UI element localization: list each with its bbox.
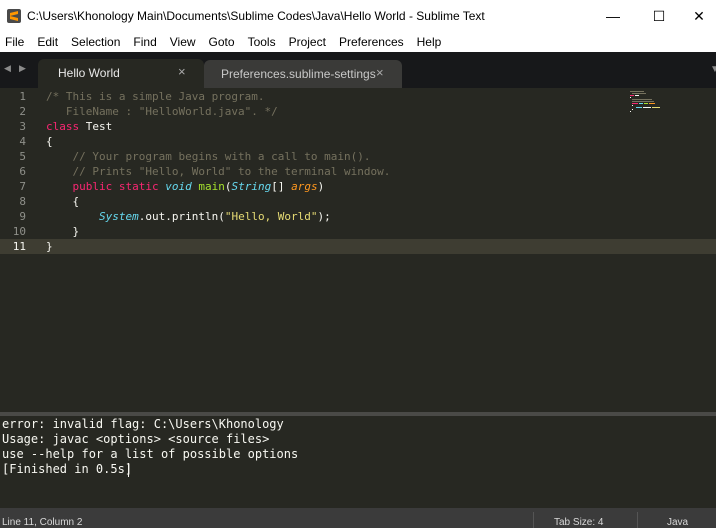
code-token: ( <box>224 180 232 193</box>
tab-bar: ◀ ▶ Hello World × Preferences.sublime-se… <box>0 52 716 88</box>
menu-file[interactable]: File <box>5 35 24 49</box>
code-line: /* This is a simple Java program. <box>46 89 265 104</box>
code-line: class Test <box>46 119 112 134</box>
output-line: [Finished in 0.5s] <box>2 462 133 476</box>
close-window-button[interactable]: ✕ <box>682 0 716 32</box>
line-number-gutter: 1 2 3 4 5 6 7 8 9 10 11 <box>0 88 34 412</box>
line-number: 4 <box>19 135 26 148</box>
code-token: } <box>46 225 80 238</box>
code-token: // Prints "Hello, World" to the terminal… <box>46 165 391 178</box>
maximize-button[interactable]: ☐ <box>636 0 682 32</box>
code-token: static <box>118 180 159 193</box>
tab-nav-left-icon[interactable]: ◀ <box>4 63 16 77</box>
code-token: System <box>98 210 139 223</box>
output-line: use --help for a list of possible option… <box>2 447 299 461</box>
code-token: // Your program begins with a call to ma… <box>46 150 371 163</box>
menu-find[interactable]: Find <box>133 35 156 49</box>
build-output-panel[interactable]: error: invalid flag: C:\Users\Khonology … <box>0 416 716 508</box>
code-line: public static void main(String[] args) <box>46 179 325 194</box>
menu-goto[interactable]: Goto <box>209 35 235 49</box>
code-line: { <box>46 134 53 149</box>
code-line: { <box>46 194 79 209</box>
line-number: 3 <box>19 120 26 133</box>
line-number: 9 <box>19 210 26 223</box>
code-token: Test <box>79 120 113 133</box>
tab-label: Hello World <box>58 66 120 80</box>
code-token: ) <box>317 180 325 193</box>
code-token: FileName : "HelloWorld.java". */ <box>46 105 278 118</box>
active-line-highlight <box>0 239 716 254</box>
code-token: } <box>46 240 53 253</box>
line-number: 10 <box>12 225 26 238</box>
code-token: public <box>72 180 113 193</box>
menu-edit[interactable]: Edit <box>37 35 58 49</box>
status-divider <box>533 512 534 528</box>
tab-size-selector[interactable]: Tab Size: 4 <box>554 517 603 528</box>
code-token: void <box>165 180 192 193</box>
code-token: { <box>46 135 53 148</box>
menu-preferences[interactable]: Preferences <box>339 35 404 49</box>
menu-tools[interactable]: Tools <box>248 35 276 49</box>
sublime-text-logo-icon <box>7 9 21 23</box>
minimize-button[interactable]: — <box>590 0 636 32</box>
tab-label: Preferences.sublime-settings <box>221 67 376 81</box>
code-token: class <box>46 120 80 133</box>
cursor-position: Line 11, Column 2 <box>2 517 83 528</box>
syntax-selector[interactable]: Java <box>667 517 688 528</box>
output-line: error: invalid flag: C:\Users\Khonology <box>2 417 284 431</box>
code-token: main <box>198 180 225 193</box>
menu-project[interactable]: Project <box>289 35 326 49</box>
code-line: FileName : "HelloWorld.java". */ <box>46 104 278 119</box>
code-token: args <box>291 180 318 193</box>
code-editor[interactable]: 1 2 3 4 5 6 7 8 9 10 11 /* This is a simple Java p… <box>0 88 716 412</box>
code-line: } <box>46 224 79 239</box>
code-line: // Prints "Hello, World" to the terminal… <box>46 164 390 179</box>
window-title: C:\Users\Khonology Main\Documents\Sublim… <box>27 9 485 23</box>
tab-overflow-icon[interactable]: ▼ <box>710 64 716 75</box>
line-number: 7 <box>19 180 26 193</box>
line-number: 2 <box>19 105 26 118</box>
tab-close-icon[interactable]: × <box>376 65 384 80</box>
code-token: .out.println( <box>138 210 225 223</box>
tab-hello-world[interactable]: Hello World × <box>38 59 204 88</box>
menu-view[interactable]: View <box>170 35 196 49</box>
code-line: // Your program begins with a call to ma… <box>46 149 371 164</box>
text-cursor <box>128 463 129 477</box>
minimap[interactable] <box>628 90 680 114</box>
code-line: System.out.println("Hello, World"); <box>46 209 331 224</box>
status-divider <box>637 512 638 528</box>
code-token: [] <box>271 180 292 193</box>
tab-nav-right-icon[interactable]: ▶ <box>19 63 31 77</box>
title-bar: C:\Users\Khonology Main\Documents\Sublim… <box>0 0 716 32</box>
status-bar: Line 11, Column 2 Tab Size: 4 Java <box>0 508 716 528</box>
code-line: } <box>46 239 53 254</box>
line-number: 11 <box>12 240 26 253</box>
code-token: "Hello, World" <box>224 210 318 223</box>
line-number: 8 <box>19 195 26 208</box>
line-number: 6 <box>19 165 26 178</box>
menu-help[interactable]: Help <box>417 35 442 49</box>
output-line: Usage: javac <options> <source files> <box>2 432 270 446</box>
line-number: 1 <box>19 90 26 103</box>
menu-bar: File Edit Selection Find View Goto Tools… <box>0 32 716 52</box>
tab-preferences-settings[interactable]: Preferences.sublime-settings × <box>204 60 402 88</box>
code-token: /* This is a simple Java program. <box>46 90 265 103</box>
code-token: { <box>46 195 80 208</box>
code-token: ); <box>317 210 331 223</box>
tab-close-icon[interactable]: × <box>178 64 186 79</box>
code-token: String <box>231 180 272 193</box>
menu-selection[interactable]: Selection <box>71 35 120 49</box>
line-number: 5 <box>19 150 26 163</box>
